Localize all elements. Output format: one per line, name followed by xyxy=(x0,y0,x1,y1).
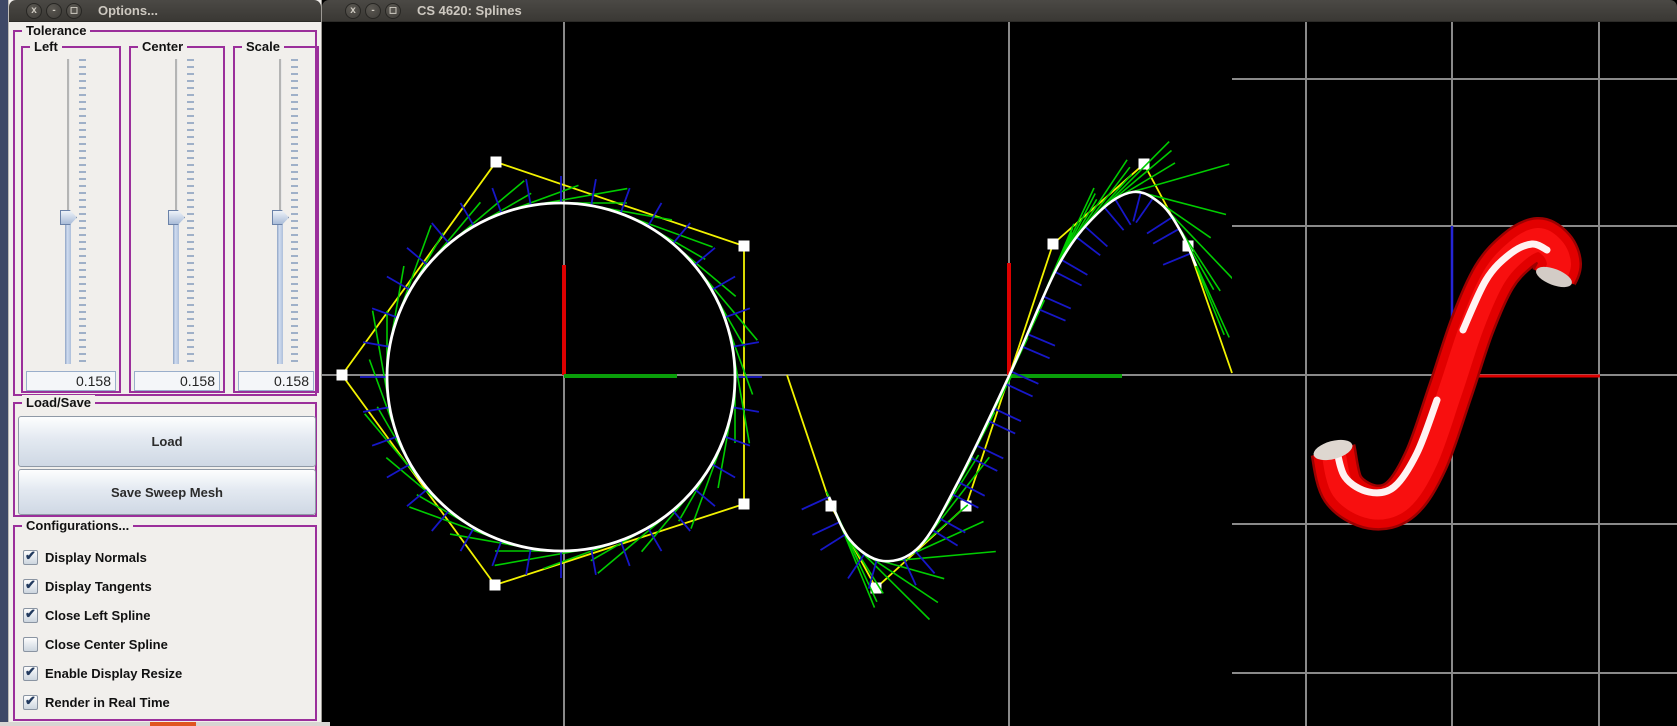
checkbox-label: Close Left Spline xyxy=(45,608,150,623)
slider-label: Left xyxy=(30,39,62,54)
checkbox-icon[interactable]: ✔ xyxy=(23,579,38,594)
group-title: Tolerance xyxy=(22,23,90,38)
slider-group-left: Left 0.158 xyxy=(21,46,121,393)
save-sweep-mesh-button[interactable]: Save Sweep Mesh xyxy=(18,469,316,515)
checkbox-icon[interactable]: ✔ xyxy=(23,550,38,565)
options-window: x - ◻ Options... Tolerance Left 0.158 Ce… xyxy=(8,0,322,722)
checkbox-enable-display-resize[interactable]: ✔ Enable Display Resize xyxy=(23,665,182,682)
screen: x - ◻ CS 4620: Splines xyxy=(0,0,1677,726)
maximize-icon[interactable]: ◻ xyxy=(66,3,82,19)
group-title: Configurations... xyxy=(22,518,133,533)
slider-ticks xyxy=(79,59,86,364)
viewport-profile-spline[interactable] xyxy=(342,22,787,726)
tolerance-scale-slider[interactable] xyxy=(272,210,289,225)
group-title: Load/Save xyxy=(22,395,95,410)
tolerance-scale-value[interactable]: 0.158 xyxy=(238,371,314,391)
tolerance-center-slider[interactable] xyxy=(168,210,185,225)
checkbox-label: Render in Real Time xyxy=(45,695,170,710)
checkbox-label: Enable Display Resize xyxy=(45,666,182,681)
tolerance-center-value[interactable]: 0.158 xyxy=(134,371,220,391)
slider-track[interactable] xyxy=(279,59,282,212)
window-title: Options... xyxy=(98,3,158,18)
slider-track[interactable] xyxy=(277,218,283,364)
options-titlebar[interactable]: x - ◻ Options... xyxy=(9,0,321,22)
viewport-rendered-mesh[interactable] xyxy=(1232,22,1677,726)
opengl-canvas[interactable] xyxy=(322,0,1677,726)
load-save-group: Load/Save Load Save Sweep Mesh xyxy=(13,402,317,517)
desktop-accent xyxy=(150,722,196,726)
checkbox-icon[interactable]: ✔ xyxy=(23,695,38,710)
viewport-sweep-spline[interactable] xyxy=(787,22,1232,726)
slider-label: Center xyxy=(138,39,187,54)
checkbox-label: Close Center Spline xyxy=(45,637,168,652)
slider-ticks xyxy=(187,59,194,364)
checkbox-label: Display Tangents xyxy=(45,579,152,594)
slider-group-scale: Scale 0.158 xyxy=(233,46,319,393)
checkbox-close-left-spline[interactable]: ✔ Close Left Spline xyxy=(23,607,150,624)
slider-track[interactable] xyxy=(67,59,70,212)
slider-ticks xyxy=(291,59,298,364)
configurations-group: Configurations... ✔ Display Normals ✔ Di… xyxy=(13,525,317,721)
splines-window: x - ◻ CS 4620: Splines xyxy=(322,0,1677,726)
close-icon[interactable]: x xyxy=(26,3,42,19)
checkbox-icon[interactable]: ✔ xyxy=(23,608,38,623)
tolerance-left-slider[interactable] xyxy=(60,210,77,225)
checkbox-close-center-spline[interactable]: ✔ Close Center Spline xyxy=(23,636,168,653)
slider-label: Scale xyxy=(242,39,284,54)
checkbox-render-in-real-time[interactable]: ✔ Render in Real Time xyxy=(23,694,170,711)
slider-track[interactable] xyxy=(173,218,179,364)
checkbox-label: Display Normals xyxy=(45,550,147,565)
checkbox-display-normals[interactable]: ✔ Display Normals xyxy=(23,549,147,566)
checkbox-icon[interactable]: ✔ xyxy=(23,637,38,652)
slider-group-center: Center 0.158 xyxy=(129,46,225,393)
tolerance-left-value[interactable]: 0.158 xyxy=(26,371,116,391)
slider-track[interactable] xyxy=(175,59,178,212)
minimize-icon[interactable]: - xyxy=(46,3,62,19)
desktop-left-strip xyxy=(0,0,8,726)
slider-track[interactable] xyxy=(65,218,71,364)
checkbox-display-tangents[interactable]: ✔ Display Tangents xyxy=(23,578,152,595)
load-button[interactable]: Load xyxy=(18,416,316,467)
checkbox-icon[interactable]: ✔ xyxy=(23,666,38,681)
